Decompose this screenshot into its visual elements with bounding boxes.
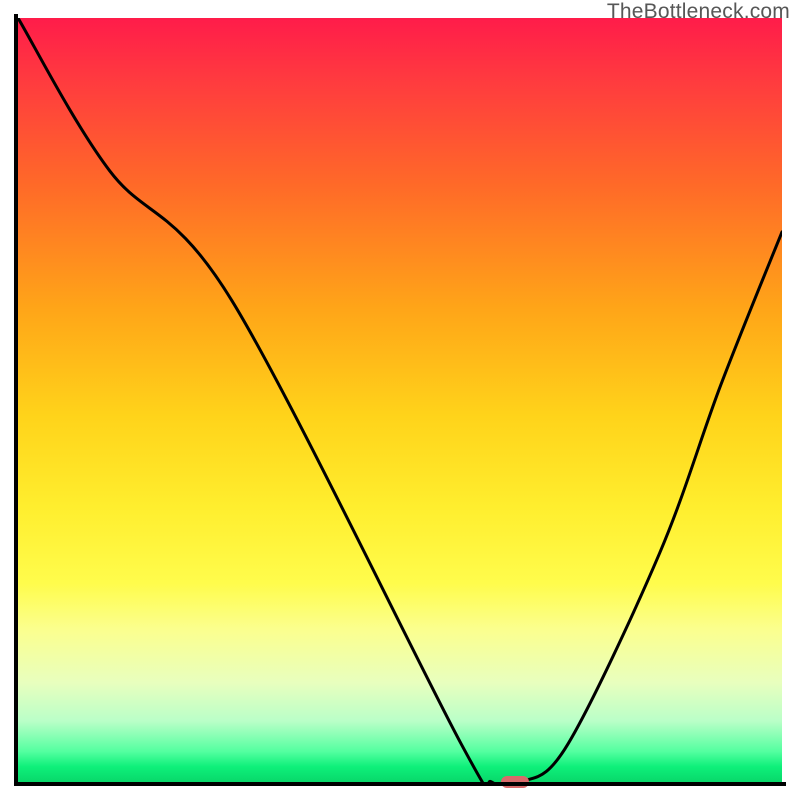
watermark-text: TheBottleneck.com [607, 0, 790, 24]
chart-container: TheBottleneck.com [0, 0, 800, 800]
x-axis [14, 782, 786, 786]
y-axis [14, 14, 18, 786]
bottleneck-curve [18, 18, 782, 782]
